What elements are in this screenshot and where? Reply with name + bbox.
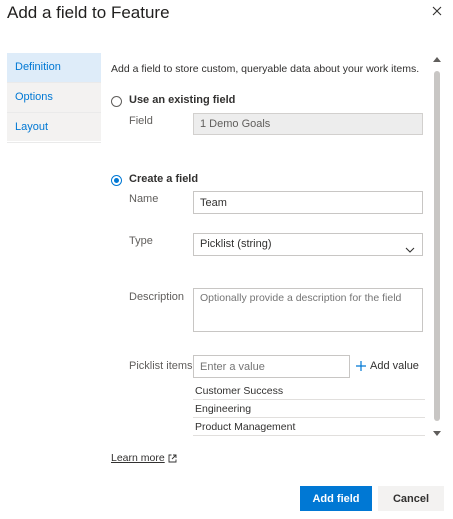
type-dropdown[interactable]: Picklist (string) bbox=[193, 233, 423, 256]
scrollbar[interactable] bbox=[432, 53, 442, 441]
picklist-item[interactable]: Engineering bbox=[193, 400, 425, 418]
picklist-item[interactable]: Product Management bbox=[193, 418, 425, 436]
sidebar-item-layout[interactable]: Layout bbox=[7, 113, 101, 143]
existing-field-label: Use an existing field bbox=[129, 94, 236, 106]
field-label: Field bbox=[129, 115, 153, 127]
description-label: Description bbox=[129, 291, 185, 303]
scroll-up-arrow-icon[interactable] bbox=[433, 56, 441, 62]
picklist-item[interactable]: Customer Success bbox=[193, 382, 425, 400]
create-field-label: Create a field bbox=[129, 173, 199, 185]
external-link-icon bbox=[168, 454, 177, 462]
definition-panel: Add a field to store custom, queryable d… bbox=[101, 53, 431, 441]
plus-icon bbox=[356, 361, 366, 371]
name-label: Name bbox=[129, 193, 159, 205]
name-input[interactable] bbox=[193, 191, 423, 214]
close-icon[interactable] bbox=[427, 1, 447, 21]
sidebar-nav: Definition Options Layout bbox=[7, 53, 101, 143]
add-field-button[interactable]: Add field bbox=[300, 486, 372, 511]
type-dropdown-value: Picklist (string) bbox=[200, 238, 272, 250]
panel-description: Add a field to store custom, queryable d… bbox=[111, 63, 420, 75]
scroll-down-arrow-icon[interactable] bbox=[433, 431, 441, 437]
chevron-down-icon bbox=[405, 241, 415, 262]
picklist-label: Picklist items bbox=[129, 360, 193, 372]
learn-more-link[interactable]: Learn more bbox=[111, 452, 177, 464]
create-field-radio[interactable] bbox=[111, 175, 122, 186]
add-value-button[interactable]: Add value bbox=[356, 360, 419, 372]
cancel-button[interactable]: Cancel bbox=[378, 486, 444, 511]
description-textarea[interactable] bbox=[193, 288, 423, 332]
type-label: Type bbox=[129, 235, 153, 247]
scrollbar-thumb[interactable] bbox=[434, 71, 440, 421]
dialog-title: Add a field to Feature bbox=[7, 3, 170, 22]
existing-field-radio[interactable] bbox=[111, 96, 122, 107]
existing-field-input bbox=[193, 113, 423, 135]
sidebar-item-options[interactable]: Options bbox=[7, 83, 101, 113]
add-value-label: Add value bbox=[370, 360, 419, 372]
picklist-input[interactable] bbox=[193, 355, 350, 378]
learn-more-label: Learn more bbox=[111, 452, 165, 464]
sidebar-item-definition[interactable]: Definition bbox=[7, 53, 101, 83]
